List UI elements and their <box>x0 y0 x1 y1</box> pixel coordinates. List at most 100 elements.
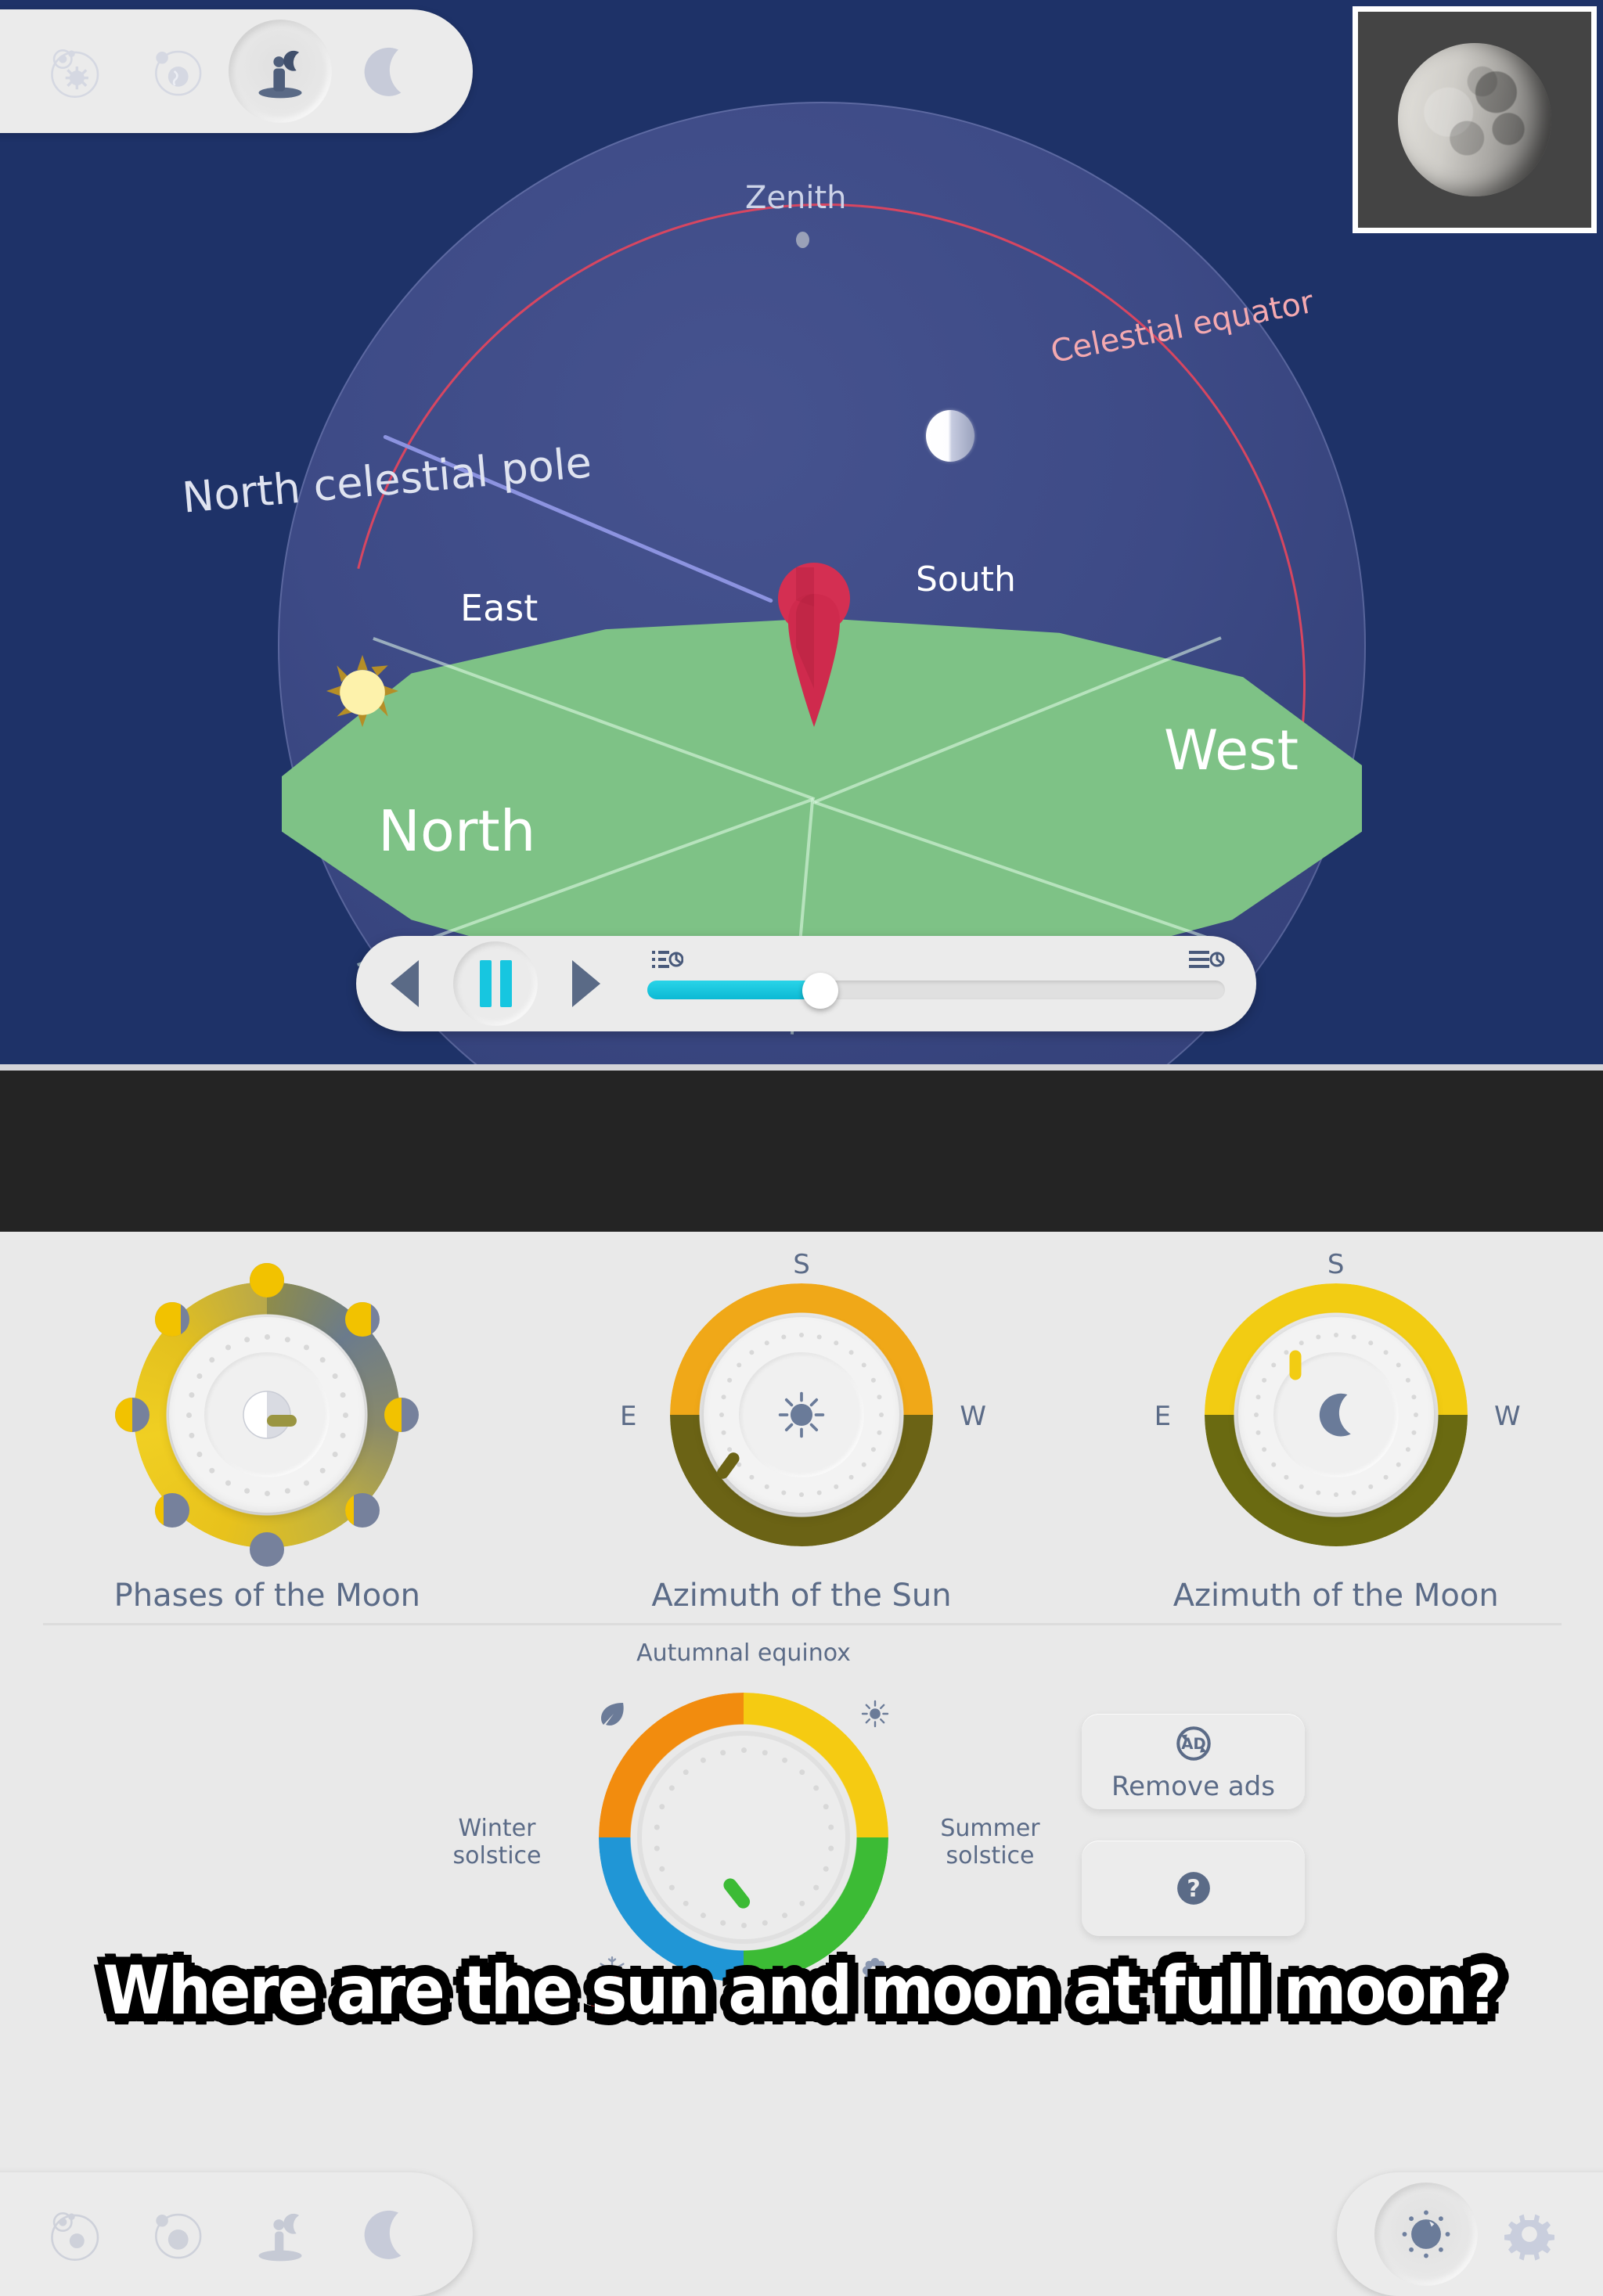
dial-caption-sun: Azimuth of the Sun <box>651 1578 952 1614</box>
toolbar-item-solar-system[interactable] <box>22 20 125 123</box>
moon-phase-inset-inner <box>1358 12 1591 228</box>
playback-control-bar[interactable] <box>356 936 1256 1031</box>
toolbar2-item-moon-phase[interactable] <box>332 2183 435 2286</box>
moon-dial-label-s: S <box>1327 1249 1345 1280</box>
view-mode-toolbar-bottom[interactable] <box>0 2172 473 2296</box>
phase-marker-lit <box>154 1302 181 1337</box>
moon-dial-face <box>1237 1317 1434 1513</box>
view-mode-toolbar-top[interactable] <box>0 9 473 133</box>
speed-slider[interactable] <box>647 945 1225 1023</box>
label-west: West <box>1164 718 1299 783</box>
earth-moon-orbit-icon <box>155 50 202 96</box>
leaf-icon <box>593 1695 631 1733</box>
moon-crescent-icon <box>364 2210 402 2259</box>
phases-dial[interactable] <box>115 1263 420 1567</box>
toolbar-item-observer-view[interactable] <box>229 20 332 123</box>
phase-marker-full-moon <box>250 1263 285 1297</box>
caption-label: Where are the sun and moon at full moon? <box>99 1948 1505 2034</box>
observer-marker[interactable] <box>771 560 857 732</box>
solar-system-icon <box>51 49 99 98</box>
rewind-button[interactable] <box>362 941 447 1026</box>
earth-moon-orbit-icon <box>155 2213 202 2259</box>
no-ads-icon: AD <box>1176 1726 1211 1761</box>
panel-section-divider <box>43 1623 1562 1625</box>
toolbar-item-earth-moon[interactable] <box>125 20 229 123</box>
label-east: East <box>460 587 539 629</box>
speed-slider-fill <box>647 981 821 999</box>
moon-in-sky <box>926 410 974 462</box>
dial-phases-of-the-moon[interactable]: Phases of the Moon <box>0 1251 535 1634</box>
dial-caption-phases: Phases of the Moon <box>113 1578 421 1614</box>
phase-marker-waning-gibbous <box>344 1302 380 1337</box>
sun-dial-face <box>704 1317 899 1513</box>
season-label-autumnal-equinox: Autumnal equinox <box>636 1639 851 1667</box>
question-mark-icon: ? <box>1176 1872 1210 1905</box>
toolbar-item-settings[interactable] <box>1478 2183 1581 2286</box>
toolbar-band <box>0 1071 1603 2296</box>
label-north: North <box>378 798 536 864</box>
gear-icon <box>1504 2214 1554 2261</box>
sun-icon <box>325 653 400 729</box>
dial-knob-icon <box>1402 2210 1450 2258</box>
sun-icon <box>770 1384 833 1446</box>
sky-view-canvas[interactable]: Zenith North celestial pole Celestial eq… <box>0 0 1603 1071</box>
sun-azimuth-dial[interactable]: S E W <box>620 1249 986 1564</box>
rewind-icon <box>391 960 419 1007</box>
moon-dial-label-e: E <box>1154 1401 1172 1432</box>
phase-marker-lit <box>344 1302 371 1337</box>
phase-marker-lit <box>250 1263 285 1297</box>
play-icon <box>572 960 600 1007</box>
remove-ads-label: Remove ads <box>1111 1771 1275 1802</box>
sun-icon <box>856 1695 894 1733</box>
season-dial-ticks <box>637 1731 850 1944</box>
toolbar2-item-solar-system[interactable] <box>22 2183 125 2286</box>
label-south: South <box>916 560 1016 599</box>
moon-crescent-icon <box>364 47 402 96</box>
toolbar2-item-earth-moon[interactable] <box>125 2183 229 2286</box>
panel-toolbar[interactable] <box>1337 2172 1603 2296</box>
play-button[interactable] <box>544 941 629 1026</box>
phase-marker-lit <box>115 1398 133 1432</box>
toolbar-item-moon-phase[interactable] <box>332 20 435 123</box>
solar-system-icon <box>51 2212 99 2261</box>
dial-azimuth-of-the-sun[interactable]: S E W Azimuth of the Sun <box>535 1249 1069 1634</box>
phase-marker-lit <box>154 1492 164 1528</box>
slow-speed-icon <box>652 948 684 974</box>
speed-slider-knob[interactable] <box>802 973 839 1009</box>
zenith-point <box>796 232 809 248</box>
svg-text:?: ? <box>1187 1875 1201 1902</box>
moon-image <box>1398 43 1551 196</box>
sun-dial-label-w: W <box>960 1401 986 1432</box>
phase-marker-last-quarter <box>384 1398 420 1432</box>
phases-dial-face <box>169 1317 366 1513</box>
dial-caption-moon: Azimuth of the Moon <box>1173 1578 1499 1614</box>
season-dial[interactable]: Autumnal equinox Winter solstice Summer … <box>453 1639 1040 1994</box>
moon-phase-inset[interactable] <box>1353 6 1597 233</box>
remove-ads-button[interactable]: AD Remove ads <box>1082 1714 1305 1809</box>
observer-horizon-icon <box>258 50 302 99</box>
sun-dial-label-e: E <box>620 1401 637 1432</box>
moon-dial-pointer[interactable] <box>1289 1350 1302 1380</box>
phase-marker-new-moon <box>250 1532 285 1567</box>
phase-marker-first-quarter <box>115 1398 150 1432</box>
phases-dial-pointer[interactable] <box>267 1415 297 1427</box>
phase-marker-waxing-crescent <box>154 1492 189 1528</box>
toolbar2-item-observer-view[interactable] <box>229 2183 332 2286</box>
phase-marker-lit <box>344 1492 354 1528</box>
sun-dial-label-s: S <box>793 1249 810 1280</box>
season-dial-face <box>637 1731 850 1944</box>
moon-azimuth-dial[interactable]: S E W <box>1155 1249 1521 1564</box>
label-zenith: Zenith <box>745 180 847 216</box>
fast-speed-icon <box>1189 948 1225 974</box>
pause-button[interactable] <box>453 941 538 1026</box>
crescent-moon-icon <box>1305 1384 1367 1446</box>
phase-marker-waning-crescent <box>344 1492 380 1528</box>
toolbar-item-dials[interactable] <box>1374 2183 1478 2286</box>
observer-horizon-icon <box>258 2213 302 2262</box>
moon-dial-label-w: W <box>1494 1401 1521 1432</box>
season-label-summer-solstice: Summer solstice <box>940 1815 1040 1870</box>
pause-icon <box>479 960 512 1007</box>
dial-row: Phases of the Moon S E W Azimuth of the … <box>0 1249 1603 1634</box>
help-button[interactable]: ? <box>1082 1841 1305 1936</box>
dial-azimuth-of-the-moon[interactable]: S E W Azimuth of the Moon <box>1068 1249 1603 1634</box>
